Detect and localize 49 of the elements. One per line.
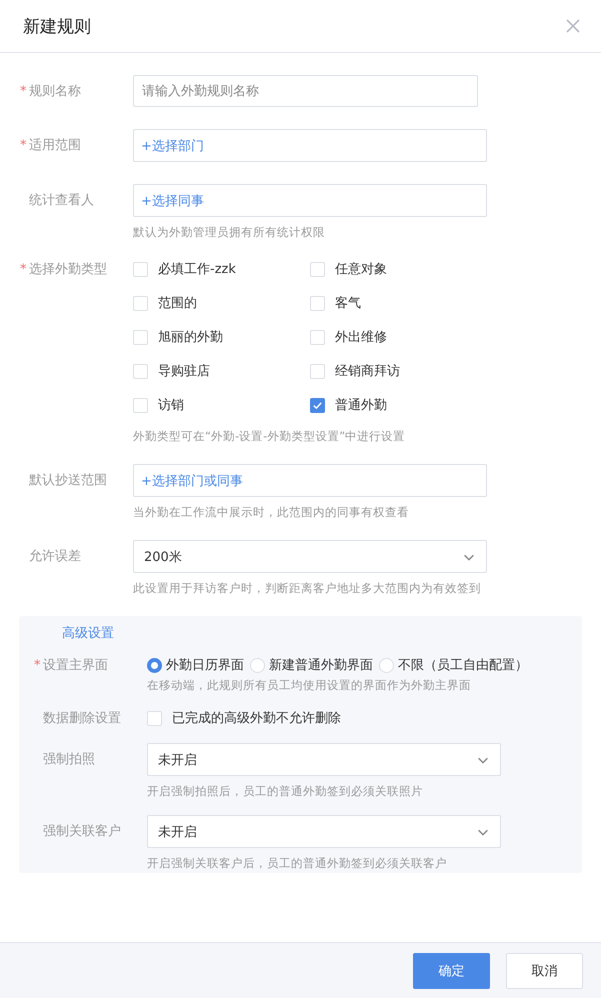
picker-field[interactable]: +选择部门或同事 (133, 464, 487, 497)
hint-text: 在移动端，此规则所有员工均使用设置的界面作为外勤主界面 (147, 677, 472, 693)
required-asterisk: * (20, 262, 28, 276)
checkbox[interactable] (310, 398, 325, 412)
dropdown-select[interactable]: 未开启 (147, 815, 501, 848)
field-label: 统计查看人 (29, 192, 94, 209)
field-label: 允许误差 (29, 548, 81, 565)
checkbox-label: 普通外勤 (335, 396, 387, 414)
radio-label: 外勤日历界面 (166, 657, 244, 674)
hint-text: 外勤类型可在“外勤-设置-外勤类型设置”中进行设置 (133, 428, 406, 444)
close-icon[interactable] (565, 18, 581, 34)
checkbox-label: 任意对象 (335, 261, 387, 278)
field-label: 规则名称 (29, 83, 81, 100)
required-asterisk: * (20, 84, 28, 98)
field-label: 默认抄送范围 (29, 472, 107, 489)
radio-button[interactable] (147, 658, 162, 672)
checkbox-label: 旭丽的外勤 (158, 329, 223, 346)
checkbox-label: 必填工作-zzk (158, 261, 236, 278)
field-label: 设置主界面 (43, 657, 108, 674)
picker-field[interactable]: +选择同事 (133, 184, 487, 217)
field-label: 选择外勤类型 (29, 261, 107, 278)
checkbox-label: 导购驻店 (158, 363, 210, 380)
dialog-title: 新建规则 (23, 16, 91, 38)
checkbox-label: 已完成的高级外勤不允许删除 (172, 710, 341, 727)
hint-text: 当外勤在工作流中展示时，此范围内的同事有权查看 (133, 504, 410, 520)
checkbox-label: 范围的 (158, 295, 197, 312)
checkbox-label: 客气 (335, 295, 361, 312)
input-field[interactable]: 请输入外勤规则名称 (133, 75, 478, 107)
radio-label: 不限（员工自由配置） (398, 657, 528, 674)
confirm-button[interactable]: 确定 (413, 952, 490, 988)
dropdown-select[interactable]: 未开启 (147, 743, 501, 776)
picker-field[interactable]: +选择部门 (133, 129, 487, 162)
hint-text: 开启强制拍照后，员工的普通外勤签到必须关联照片 (147, 783, 424, 799)
field-label: 适用范围 (29, 137, 81, 154)
hint-text: 此设置用于拜访客户时，判断距离客户地址多大范围内为有效签到 (133, 580, 482, 596)
hint-text: 默认为外勤管理员拥有所有统计权限 (133, 224, 326, 240)
field-label: 强制关联客户 (43, 823, 121, 840)
required-asterisk: * (34, 658, 42, 672)
cancel-button[interactable]: 取消 (506, 952, 583, 988)
checkbox-label: 外出维修 (335, 329, 387, 346)
dropdown-select[interactable]: 200米 (133, 540, 487, 573)
field-label: 数据删除设置 (43, 710, 121, 727)
required-asterisk: * (20, 138, 28, 152)
field-label: 强制拍照 (43, 751, 95, 768)
checkbox-label: 访销 (158, 397, 184, 414)
section-title: 高级设置 (62, 625, 115, 642)
radio-label: 新建普通外勤界面 (269, 656, 373, 674)
hint-text: 开启强制关联客户后，员工的普通外勤签到必须关联客户 (147, 855, 448, 871)
checkbox-label: 经销商拜访 (335, 363, 400, 380)
